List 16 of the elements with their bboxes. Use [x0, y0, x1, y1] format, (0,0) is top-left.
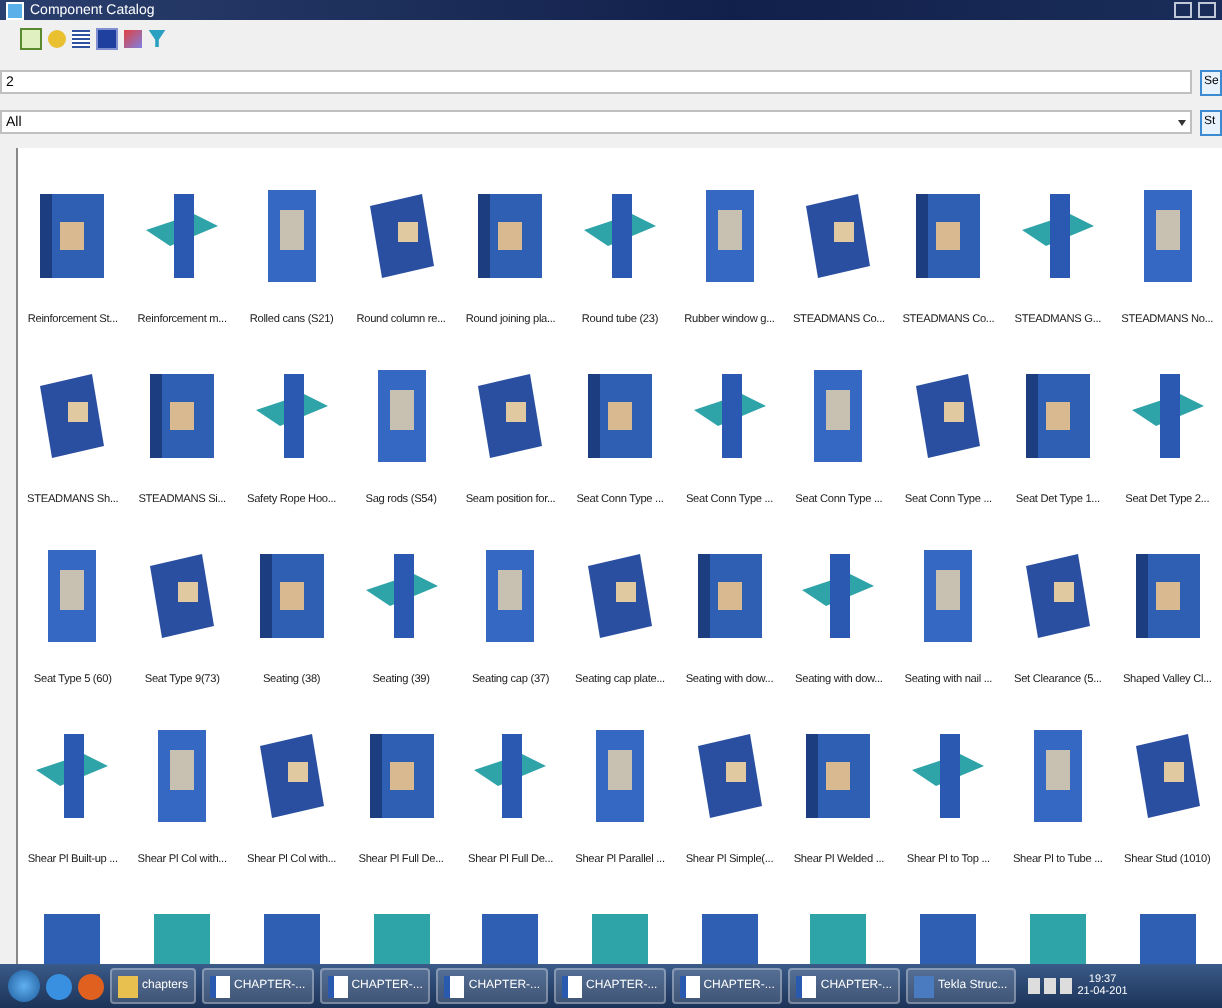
minimize-icon[interactable]: [1174, 2, 1192, 18]
document-icon: [679, 975, 700, 997]
thumbnail-view-icon[interactable]: [96, 27, 118, 49]
dropdown-arrow-icon[interactable]: [1178, 119, 1186, 125]
list-view-icon[interactable]: [72, 29, 90, 47]
app-icon: [914, 975, 935, 997]
document-icon: [327, 975, 348, 997]
document-icon: [210, 975, 231, 997]
filter-icon[interactable]: [148, 29, 166, 47]
maximize-icon[interactable]: [1198, 2, 1216, 18]
start-button[interactable]: [8, 970, 40, 1002]
document-icon: [562, 975, 583, 997]
folder-icon: [118, 975, 138, 997]
document-icon: [444, 975, 465, 997]
document-icon: [796, 975, 817, 997]
app-icon: [6, 1, 24, 19]
